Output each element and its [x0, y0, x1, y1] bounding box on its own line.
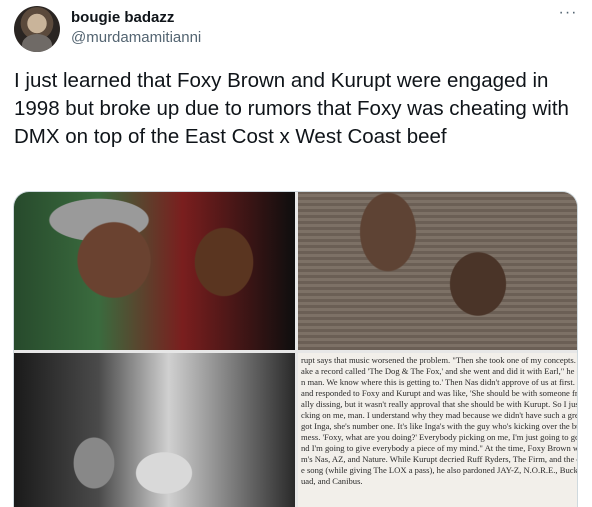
article-line: rupt says that music worsened the proble… — [301, 355, 578, 365]
article-line: m's Nas, AZ, and Nature. While Kurupt de… — [301, 454, 578, 464]
article-line: n man. We know where this is getting to.… — [301, 377, 578, 387]
article-line: ake a record called 'The Dog & The Fox,'… — [301, 366, 578, 376]
article-line: uad, and Canibus. — [301, 476, 363, 486]
article-line: nd I'm going to give everybody a piece o… — [301, 443, 578, 453]
photo-couple-portrait[interactable] — [298, 192, 577, 350]
tweet-text: I just learned that Foxy Brown and Kurup… — [14, 69, 569, 148]
author-name[interactable]: bougie badazz — [71, 9, 174, 26]
article-line: got Inga, she's number one. It's like In… — [301, 421, 578, 431]
photo-magazine-article[interactable]: rupt says that music worsened the proble… — [298, 353, 578, 507]
article-line: ally dissing, but it wasn't really appro… — [301, 399, 578, 409]
more-options-icon[interactable]: ··· — [556, 3, 580, 23]
tweet[interactable]: bougie badazz @murdamamitianni ··· I jus… — [0, 0, 592, 507]
article-line: e song (while giving The LOX a pass), he… — [301, 465, 578, 475]
photo-couple-embrace[interactable] — [14, 192, 295, 350]
author-handle[interactable]: @murdamamitianni — [71, 29, 201, 46]
article-line: cking on me, man. I understand why they … — [301, 410, 578, 420]
author-avatar[interactable] — [14, 6, 60, 52]
photo-black-and-white[interactable] — [14, 353, 295, 507]
article-line: and responded to Foxy and Kurupt and was… — [301, 388, 578, 398]
article-line: mess. 'Foxy, what are you doing?' Everyb… — [301, 432, 578, 442]
media-grid: rupt says that music worsened the proble… — [13, 191, 578, 507]
article-text: rupt says that music worsened the proble… — [301, 355, 578, 487]
